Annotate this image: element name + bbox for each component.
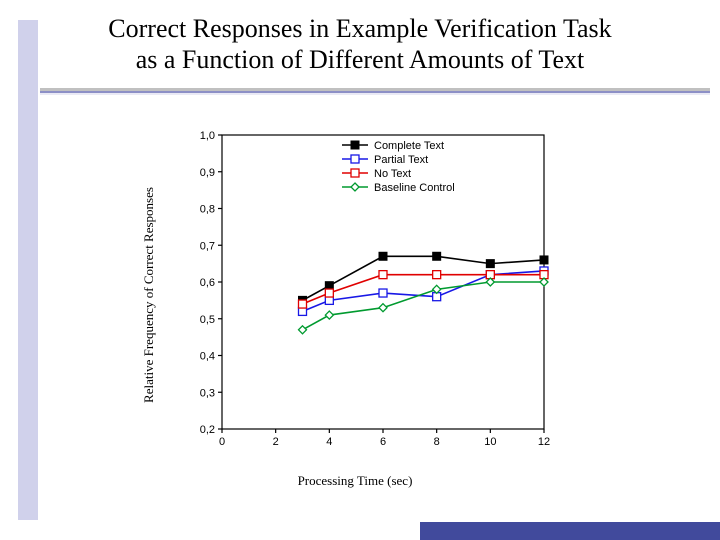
divider-3 (40, 93, 710, 95)
svg-text:No Text: No Text (374, 168, 411, 180)
chart: Relative Frequency of Correct Responses … (140, 115, 570, 485)
svg-text:8: 8 (434, 436, 440, 448)
svg-text:Complete Text: Complete Text (374, 140, 444, 152)
y-axis-label: Relative Frequency of Correct Responses (140, 175, 158, 415)
svg-text:0,2: 0,2 (200, 424, 215, 436)
chart-plot: 0,2 0,3 0,4 0,5 0,6 0,7 0,8 0,9 1,0 0 2 4 6 8 10 12 Comp… (184, 125, 554, 465)
svg-text:0: 0 (219, 436, 225, 448)
title-line-2: as a Function of Different Amounts of Te… (0, 45, 720, 76)
side-accent-bar (18, 20, 38, 520)
svg-text:0,3: 0,3 (200, 387, 215, 399)
svg-text:Partial Text: Partial Text (374, 154, 428, 166)
svg-text:10: 10 (484, 436, 496, 448)
footer-accent-bar (420, 522, 720, 540)
title-line-1: Correct Responses in Example Verificatio… (0, 14, 720, 45)
svg-text:0,4: 0,4 (200, 351, 215, 363)
svg-text:0,6: 0,6 (200, 277, 215, 289)
svg-text:12: 12 (538, 436, 550, 448)
slide: Correct Responses in Example Verificatio… (0, 0, 720, 540)
svg-text:0,8: 0,8 (200, 204, 215, 216)
svg-text:0,7: 0,7 (200, 240, 215, 252)
svg-text:0,9: 0,9 (200, 167, 215, 179)
svg-text:6: 6 (380, 436, 386, 448)
svg-text:0,5: 0,5 (200, 314, 215, 326)
x-axis-label: Processing Time (sec) (140, 473, 570, 489)
svg-text:2: 2 (273, 436, 279, 448)
slide-title: Correct Responses in Example Verificatio… (0, 14, 720, 75)
svg-text:1,0: 1,0 (200, 130, 215, 142)
svg-text:Baseline Control: Baseline Control (374, 182, 455, 194)
svg-text:4: 4 (326, 436, 332, 448)
